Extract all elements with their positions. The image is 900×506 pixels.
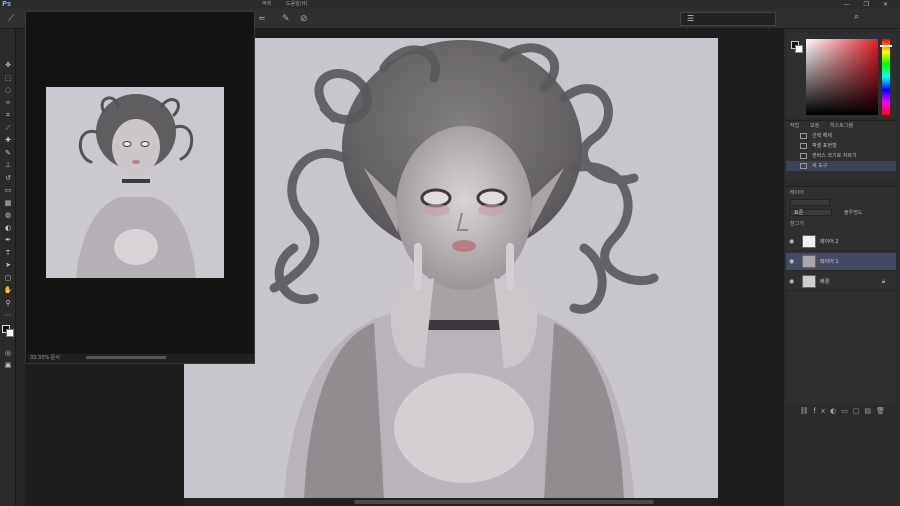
history-step-icon xyxy=(800,143,807,149)
pen-tool-icon[interactable]: ✒ xyxy=(0,234,16,247)
layer-name: 배경 xyxy=(820,279,830,285)
layer-name: 레이어 1 xyxy=(820,259,839,265)
move-tool-icon[interactable]: ✥ xyxy=(0,59,16,72)
artwork-painting xyxy=(269,40,659,498)
hand-tool-icon[interactable]: ✋ xyxy=(0,284,16,297)
layer-row[interactable]: ◉ 레이어 2 xyxy=(786,233,896,251)
hue-slider-handle[interactable] xyxy=(880,45,892,47)
history-step-icon xyxy=(800,163,807,169)
quick-select-icon[interactable]: ✧ xyxy=(0,97,16,110)
history-panel: 작업 보정 히스토그램 선택 해제 픽셀 표현형 캔버스 크기로 자르기 새 도… xyxy=(786,120,896,182)
hue-slider[interactable] xyxy=(882,39,890,115)
marquee-tool-icon[interactable]: ⬚ xyxy=(0,72,16,85)
gradient-icon[interactable]: ▦ xyxy=(0,197,16,210)
panel-tab-strip xyxy=(17,29,25,506)
history-tab-adjust[interactable]: 보정 xyxy=(810,122,819,129)
layer-thumbnail xyxy=(802,235,816,248)
stamp-tool-icon[interactable]: ⊥ xyxy=(0,159,16,172)
thumbnail-painting xyxy=(76,94,196,278)
window-controls[interactable]: — ❐ ✕ xyxy=(844,0,894,9)
blend-mode-value: 표준 xyxy=(794,210,804,216)
layer-thumbnail xyxy=(802,275,816,288)
blur-icon[interactable]: ◍ xyxy=(0,209,16,222)
layers-panel: 레이어 표준 불투명도 잠그기 ◉ 레이어 2 ◉ 레이어 1 ◉ 배경 🔒︎ xyxy=(786,186,896,418)
crop-tool-icon[interactable]: ⌗ xyxy=(0,109,16,122)
layer-row-active[interactable]: ◉ 레이어 1 xyxy=(786,253,896,271)
history-item-active[interactable]: 새 도구 xyxy=(786,161,896,171)
dodge-icon[interactable]: ◐ xyxy=(0,222,16,235)
layer-name: 레이어 2 xyxy=(820,239,839,245)
app-logo: Ps xyxy=(2,0,12,8)
eye-icon[interactable]: ◉ xyxy=(789,258,794,265)
lock-icon: 🔒︎ xyxy=(882,278,886,285)
history-step-icon xyxy=(800,153,807,159)
artwork-canvas[interactable] xyxy=(184,38,718,498)
eyedropper-icon[interactable]: ⟋ xyxy=(0,122,16,135)
menu-item-help[interactable]: 도움말(H) xyxy=(286,0,307,9)
workspace-selector[interactable]: ☰ xyxy=(680,12,776,26)
menu-bar: Ps 액체 도움말(H) — ❐ ✕ xyxy=(0,0,900,9)
color-picker-field[interactable] xyxy=(806,39,878,115)
layers-tab[interactable]: 레이어 xyxy=(790,189,804,196)
layer-row[interactable]: ◉ 배경 🔒︎ xyxy=(786,273,896,291)
opacity-label: 불투명도 xyxy=(844,210,863,216)
healing-brush-icon[interactable]: ✚ xyxy=(0,134,16,147)
path-select-icon[interactable]: ➤ xyxy=(0,259,16,272)
pressure-icon[interactable]: ⊘ xyxy=(300,13,308,25)
horizontal-scrollbar[interactable] xyxy=(184,498,718,506)
history-step-icon xyxy=(800,133,807,139)
history-item[interactable]: 캔버스 크기로 자르기 xyxy=(786,151,896,161)
photoshop-window: Ps 액체 도움말(H) — ❐ ✕ ⟋ ≈ ✎ ⊘ ☰ ⌕ ✥ ⬚ ◌ ✧ ⌗… xyxy=(0,0,900,506)
scrollbar-thumb[interactable] xyxy=(354,500,654,504)
history-brush-icon[interactable]: ↺ xyxy=(0,172,16,185)
layer-thumbnail xyxy=(802,255,816,268)
blend-mode-dropdown[interactable]: 표준 xyxy=(790,209,832,216)
eye-icon[interactable]: ◉ xyxy=(789,278,794,285)
history-item[interactable]: 선택 해제 xyxy=(786,131,896,141)
zoom-tool-icon[interactable]: ⚲ xyxy=(0,297,16,310)
navigator-thumbnail[interactable] xyxy=(46,87,224,278)
brush-tool-icon[interactable]: ⟋ xyxy=(8,13,14,25)
layers-footer-buttons[interactable]: ⛓fx◐▭▢▤🗑︎ xyxy=(786,404,896,418)
airbrush-icon[interactable]: ✎ xyxy=(282,13,290,25)
flow-icon[interactable]: ≈ xyxy=(258,13,266,25)
quick-mask-icon[interactable]: ◎ xyxy=(0,347,16,360)
lock-label: 잠그기 xyxy=(790,221,804,227)
shape-tool-icon[interactable]: ▢ xyxy=(0,272,16,285)
screen-mode-icon[interactable]: ▣ xyxy=(0,359,16,372)
navigator-scrollbar[interactable] xyxy=(86,356,166,359)
eye-icon[interactable]: ◉ xyxy=(789,238,794,245)
color-panel-background[interactable] xyxy=(795,45,803,53)
eraser-icon[interactable]: ▭ xyxy=(0,184,16,197)
lasso-tool-icon[interactable]: ◌ xyxy=(0,84,16,97)
type-tool-icon[interactable]: T xyxy=(0,247,16,260)
menu-item-liquid[interactable]: 액체 xyxy=(262,0,271,9)
search-icon[interactable]: ⌕ xyxy=(854,12,859,22)
background-color-swatch[interactable] xyxy=(6,329,14,337)
more-tools-icon[interactable]: ⋯ xyxy=(0,309,16,322)
tools-panel: ✥ ⬚ ◌ ✧ ⌗ ⟋ ✚ ✎ ⊥ ↺ ▭ ▦ ◍ ◐ ✒ T ➤ ▢ ✋ ⚲ … xyxy=(0,29,16,506)
layer-filter-dropdown[interactable] xyxy=(790,199,830,206)
history-item[interactable]: 픽셀 표현형 xyxy=(786,141,896,151)
history-tab-histogram[interactable]: 히스토그램 xyxy=(830,122,853,129)
history-tab-actions[interactable]: 작업 xyxy=(790,122,799,129)
navigator-window[interactable]: 33.33% 문서 xyxy=(25,11,255,364)
brush-icon[interactable]: ✎ xyxy=(0,147,16,160)
workspace-icon: ☰ xyxy=(687,14,695,23)
